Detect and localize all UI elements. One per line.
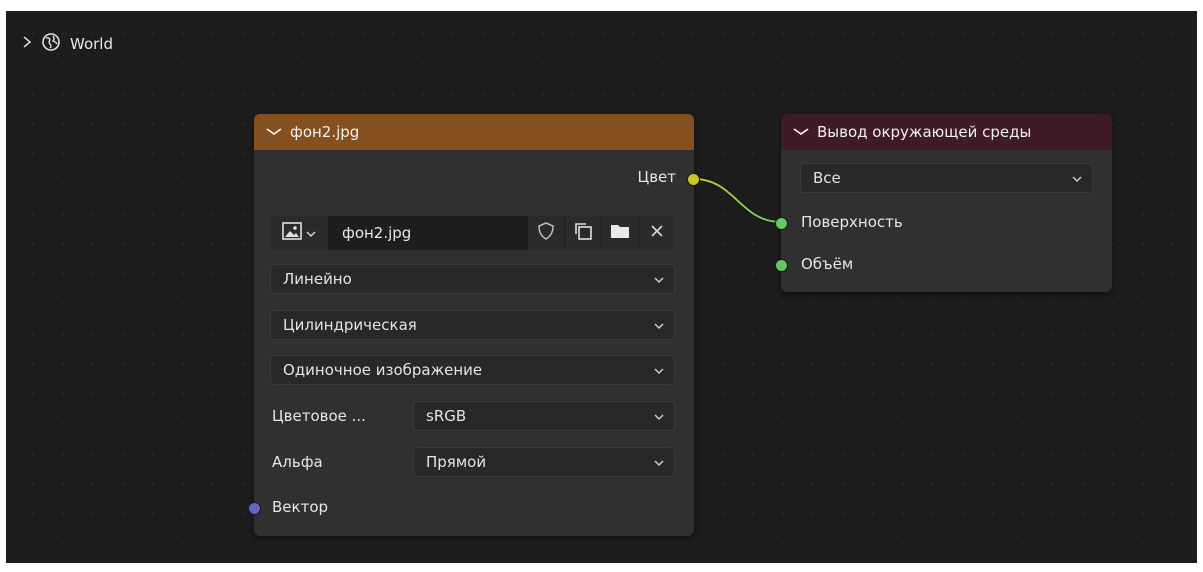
target-dropdown[interactable]: Все — [800, 163, 1093, 193]
folder-icon — [610, 222, 630, 244]
color-space-value: sRGB — [426, 407, 467, 425]
surface-input-socket[interactable] — [775, 217, 788, 230]
alpha-value: Прямой — [426, 453, 487, 471]
fake-user-button[interactable] — [528, 216, 564, 250]
world-output-node[interactable]: Вывод окружающей среды Все Поверхность О… — [775, 114, 1112, 292]
output-node-header[interactable]: Вывод окружающей среды — [781, 114, 1112, 150]
chevron-down-icon — [653, 362, 665, 378]
close-icon — [650, 224, 664, 242]
target-value: Все — [813, 169, 841, 187]
color-output-label: Цвет — [637, 168, 676, 186]
collapse-icon[interactable] — [266, 126, 283, 139]
vector-input-label: Вектор — [272, 498, 329, 516]
image-icon — [282, 222, 302, 244]
chevron-down-icon — [1071, 170, 1083, 186]
surface-input-row: Поверхность — [801, 213, 903, 231]
chevron-down-icon — [653, 271, 665, 287]
volume-input-socket[interactable] — [775, 259, 788, 272]
duplicate-image-button[interactable] — [565, 216, 601, 250]
alpha-dropdown[interactable]: Прямой — [413, 447, 675, 477]
shield-icon — [537, 221, 555, 245]
volume-input-label: Объём — [801, 255, 854, 273]
image-node-title: фон2.jpg — [290, 123, 360, 141]
alpha-label: Альфа — [272, 453, 323, 471]
volume-input-row: Объём — [801, 255, 853, 273]
color-space-label: Цветовое ... — [272, 407, 366, 425]
chevron-right-icon[interactable] — [22, 35, 32, 53]
extension-dropdown[interactable]: Одиночное изображение — [270, 355, 675, 385]
surface-input-label: Поверхность — [801, 213, 903, 231]
projection-dropdown[interactable]: Цилиндрическая — [270, 310, 675, 340]
vector-input-socket[interactable] — [248, 502, 261, 515]
world-icon — [41, 32, 61, 56]
color-output-row: Цвет — [638, 168, 676, 186]
vector-input-row: Вектор — [272, 498, 328, 516]
unlink-image-button[interactable] — [639, 216, 675, 250]
projection-value: Цилиндрическая — [283, 316, 417, 334]
chevron-down-icon — [653, 408, 665, 424]
output-node-title: Вывод окружающей среды — [817, 123, 1032, 141]
duplicate-icon — [573, 221, 593, 245]
open-image-button[interactable] — [602, 216, 638, 250]
interpolation-dropdown[interactable]: Линейно — [270, 264, 675, 294]
environment-texture-node[interactable]: фон2.jpg Цвет фон2.jpg Линейно Цилиндрич… — [248, 114, 700, 536]
image-browse-button[interactable] — [270, 216, 328, 250]
color-output-socket[interactable] — [687, 173, 700, 186]
chevron-down-icon — [653, 454, 665, 470]
chevron-down-icon — [653, 317, 665, 333]
collapse-icon[interactable] — [793, 126, 810, 139]
image-node-header[interactable]: фон2.jpg — [254, 114, 694, 150]
breadcrumb: World — [22, 32, 113, 56]
chevron-down-icon — [306, 224, 316, 242]
image-name-field[interactable]: фон2.jpg — [328, 224, 527, 242]
interpolation-value: Линейно — [283, 270, 352, 288]
image-selector: фон2.jpg — [270, 216, 675, 250]
color-space-dropdown[interactable]: sRGB — [413, 401, 675, 431]
extension-value: Одиночное изображение — [283, 361, 483, 379]
breadcrumb-world-label[interactable]: World — [70, 35, 113, 53]
